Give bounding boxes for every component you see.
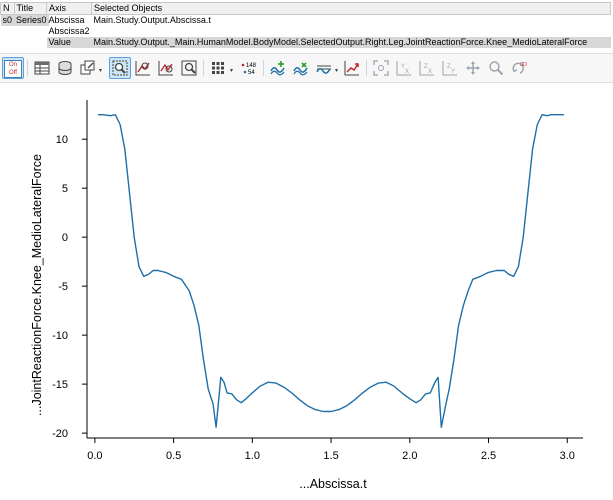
magnifier-icon (489, 61, 504, 76)
table-view-icon (34, 61, 50, 75)
y-tick-label: -15 (52, 379, 68, 391)
data-labels-icon: 148 54 (241, 63, 257, 76)
plot-toolbar: On Off ▾ ▾ 148 54 ▾ Y X Z X Z Y 3D (0, 53, 613, 83)
on-off-toggle-icon: On Off (4, 60, 22, 78)
chevron-down-icon[interactable]: ▾ (335, 67, 338, 74)
objects-row-object[interactable] (92, 26, 611, 37)
objects-row-value[interactable]: Value Main.Study.Output._Main.HumanModel… (46, 37, 611, 48)
export-icon (80, 60, 95, 75)
toolbar-separator (263, 60, 264, 76)
y-tick-label: -10 (52, 330, 68, 342)
zoom-z-icon: Z X (419, 61, 434, 76)
y-tick-label: 10 (56, 134, 68, 146)
grid-icon (212, 62, 224, 74)
y-tick-label: -5 (58, 281, 68, 293)
svg-text:Y: Y (451, 69, 455, 75)
on-off-toggle-button[interactable]: On Off (2, 57, 24, 79)
export-button[interactable] (77, 57, 99, 79)
series-row-n[interactable]: s0 (0, 14, 15, 26)
curve-add-button[interactable] (267, 57, 289, 79)
curve-add-icon (270, 61, 285, 76)
svg-text:X: X (405, 69, 409, 75)
on-label: On (8, 62, 17, 68)
rotate-3d-button[interactable]: 3D (508, 57, 530, 79)
y-tick-label: -20 (52, 428, 68, 440)
series-line (98, 114, 565, 428)
y-axis-title: ...JointReactionForce.Knee_MedioLateralF… (30, 154, 44, 416)
zoom-fit-icon (135, 61, 150, 76)
plot-area: 0.0 0.5 1.0 1.5 2.0 2.5 3.0 10 5 0 -5 -10 -15 -20 (52, 100, 583, 462)
x-tick-label: 1.5 (323, 450, 338, 462)
objects-row-object[interactable]: Main.Study.Output.Abscissa.t (92, 15, 611, 27)
zoom-region-button[interactable] (109, 57, 131, 79)
pan-icon (466, 61, 480, 75)
curve-export-button[interactable] (341, 57, 363, 79)
line-chart[interactable]: 0.0 0.5 1.0 1.5 2.0 2.5 3.0 10 5 0 -5 -10 -15 -20 ...… (0, 82, 613, 500)
series-col-title[interactable]: Title (13, 2, 50, 15)
data-labels-button[interactable]: 148 54 (238, 57, 260, 79)
selected-objects-table: Axis Selected Objects Abscissa Main.Stud… (45, 2, 611, 48)
curve-export-icon (344, 61, 359, 76)
curve-filter-button[interactable] (313, 57, 335, 79)
chevron-down-icon[interactable]: ▾ (99, 67, 102, 74)
toolbar-separator (203, 60, 204, 76)
svg-text:54: 54 (248, 70, 255, 76)
magnifier-button[interactable] (485, 57, 507, 79)
rotate-3d-icon: 3D (512, 62, 527, 74)
objects-row-object[interactable]: Main.Study.Output._Main.HumanModel.BodyM… (91, 37, 611, 48)
table-view-button[interactable] (31, 57, 53, 79)
grid-button[interactable] (207, 57, 229, 79)
zoom-y-button[interactable]: Z Y (439, 57, 461, 79)
x-tick-label: 1.0 (245, 450, 260, 462)
zoom-y-icon: Z Y (442, 61, 457, 76)
objects-row-abscissa[interactable]: Abscissa Main.Study.Output.Abscissa.t (47, 15, 611, 27)
x-tick-label: 2.5 (481, 450, 496, 462)
svg-text:148: 148 (246, 63, 257, 69)
curve-style-button[interactable] (290, 57, 312, 79)
database-button[interactable] (54, 57, 76, 79)
y-tick-label: 5 (62, 183, 68, 195)
objects-col-axis[interactable]: Axis (45, 2, 93, 15)
curve-style-icon (293, 62, 308, 76)
x-tick-label: 0.0 (87, 450, 102, 462)
x-tick-label: 3.0 (560, 450, 575, 462)
curve-filter-icon (316, 65, 331, 74)
svg-text:3D: 3D (520, 62, 527, 68)
series-col-n[interactable]: N (0, 2, 15, 15)
zoom-tool-button[interactable] (370, 57, 392, 79)
zoom-tool-icon (373, 60, 389, 76)
toolbar-separator (27, 60, 28, 76)
zoom-region-icon (112, 60, 128, 76)
objects-col-objects[interactable]: Selected Objects (91, 2, 611, 15)
y-tick-label: 0 (62, 232, 68, 244)
zoom-window-icon (181, 60, 197, 76)
zoom-fit-button[interactable] (132, 57, 154, 79)
series-row[interactable]: s0 Series0 (0, 14, 49, 26)
chevron-down-icon[interactable]: ▾ (230, 67, 233, 74)
x-tick-label: 0.5 (166, 450, 181, 462)
database-icon (58, 61, 72, 75)
objects-row-abscissa2[interactable]: Abscissa2 (47, 26, 611, 37)
off-label: Off (9, 70, 17, 76)
zoom-z-button[interactable]: Z X (416, 57, 438, 79)
zoom-x-icon: Y X (396, 61, 411, 76)
x-tick-label: 2.0 (402, 450, 417, 462)
objects-row-axis[interactable]: Abscissa2 (47, 26, 92, 37)
objects-row-axis[interactable]: Value (46, 37, 92, 48)
series-row-title[interactable]: Series0 (14, 14, 49, 26)
pan-button[interactable] (462, 57, 484, 79)
series-table: N Title s0 Series0 (0, 2, 50, 26)
zoom-xy-icon (158, 61, 173, 76)
zoom-x-button[interactable]: Y X (393, 57, 415, 79)
x-axis-title: ...Abscissa.t (299, 477, 367, 491)
objects-row-axis[interactable]: Abscissa (47, 15, 92, 27)
zoom-window-button[interactable] (178, 57, 200, 79)
toolbar-separator (366, 60, 367, 76)
zoom-xy-button[interactable] (155, 57, 177, 79)
svg-text:X: X (428, 69, 432, 75)
